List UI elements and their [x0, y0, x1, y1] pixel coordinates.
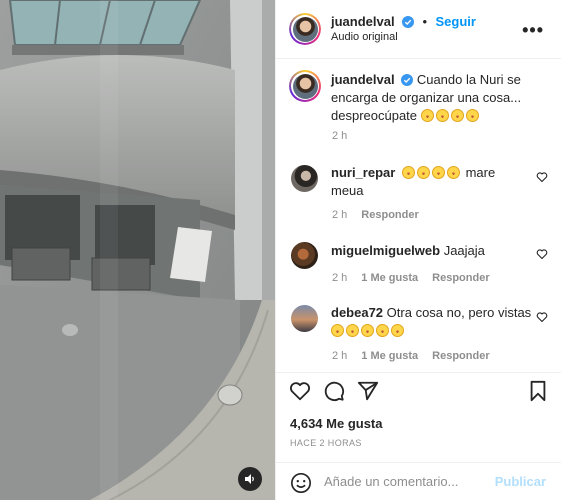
comment-like-heart-icon[interactable]	[536, 171, 548, 183]
reply-button[interactable]: Responder	[361, 209, 418, 221]
comment-avatar[interactable]	[291, 242, 318, 269]
author-username[interactable]: juandelval	[331, 14, 395, 29]
laughing-emoji-icon	[446, 166, 460, 179]
smiley-icon[interactable]	[290, 472, 312, 494]
laughing-emoji-icon	[465, 109, 479, 122]
bookmark-icon[interactable]	[528, 380, 548, 402]
laughing-emoji-icon	[391, 324, 404, 337]
mute-button[interactable]	[238, 467, 262, 491]
more-options-icon[interactable]: •••	[522, 20, 544, 41]
comment-like-heart-icon[interactable]	[536, 248, 548, 260]
laughing-emoji-icon	[361, 324, 374, 337]
laughing-emoji-icon	[420, 109, 434, 122]
publish-button[interactable]: Publicar	[495, 474, 546, 489]
comment-likes-count[interactable]: 1 Me gusta	[361, 272, 418, 284]
post-timestamp[interactable]: HACE 2 HORAS	[290, 438, 362, 448]
caption-avatar[interactable]	[289, 70, 321, 102]
comment-avatar[interactable]	[291, 305, 318, 332]
comment-like-heart-icon[interactable]	[536, 311, 548, 323]
comment-meta: 2 h Responder	[332, 209, 419, 221]
comment-avatar[interactable]	[291, 165, 318, 192]
laughing-emoji-icon	[376, 324, 389, 337]
paper-plane-icon[interactable]	[357, 380, 379, 402]
laughing-emoji-icon	[450, 109, 464, 122]
comment-time: 2 h	[332, 209, 348, 221]
emoji-group	[331, 323, 406, 338]
comment-username[interactable]: nuri_repar	[331, 165, 395, 180]
author-avatar[interactable]	[289, 13, 321, 45]
laughing-emoji-icon	[401, 166, 415, 179]
speaker-icon	[245, 474, 254, 484]
post-video[interactable]	[0, 0, 275, 500]
verified-badge-icon	[402, 16, 415, 28]
audio-label[interactable]: Audio original	[331, 31, 398, 43]
caption-time: 2 h	[332, 130, 348, 142]
laughing-emoji-icon	[431, 166, 445, 179]
laughing-emoji-icon	[346, 324, 359, 337]
caption-username[interactable]: juandelval	[331, 72, 395, 87]
emoji-group	[420, 108, 481, 123]
comment-input[interactable]: Añade un comentario...	[324, 474, 458, 489]
comment-3: debea72 Otra cosa no, pero vistas	[331, 304, 536, 340]
caption: juandelval Cuando la Nuri se encarga de …	[331, 71, 531, 125]
laughing-emoji-icon	[435, 109, 449, 122]
likes-count[interactable]: 4,634 Me gusta	[290, 416, 383, 431]
comment-username[interactable]: miguelmiguelweb	[331, 243, 440, 258]
heart-icon[interactable]	[289, 380, 311, 402]
reply-button[interactable]: Responder	[432, 272, 489, 284]
comment-text: Otra cosa no, pero vistas	[386, 305, 532, 320]
video-frame-illustration	[0, 0, 275, 500]
comment-time: 2 h	[332, 350, 348, 362]
follow-button[interactable]: Seguir	[436, 14, 476, 29]
laughing-emoji-icon	[416, 166, 430, 179]
comment-likes-count[interactable]: 1 Me gusta	[361, 350, 418, 362]
comment-1: nuri_repar mare meua	[331, 164, 531, 200]
separator-dot: •	[422, 14, 428, 29]
post-header: juandelval • Seguir Audio original •••	[276, 0, 561, 59]
comment-composer: Añade un comentario... Publicar	[276, 462, 561, 501]
comment-username[interactable]: debea72	[331, 305, 383, 320]
comment-bubble-icon[interactable]	[323, 380, 345, 402]
comment-2: miguelmiguelweb Jaajaja	[331, 242, 531, 260]
comment-text: Jaajaja	[443, 243, 485, 258]
comment-meta: 2 h 1 Me gusta Responder	[332, 350, 490, 362]
verified-badge-icon	[401, 74, 414, 86]
post-details-panel: juandelval • Seguir Audio original ••• j…	[275, 0, 561, 500]
comment-meta: 2 h 1 Me gusta Responder	[332, 272, 490, 284]
laughing-emoji-icon	[331, 324, 344, 337]
comment-time: 2 h	[332, 272, 348, 284]
post-actions: 4,634 Me gusta HACE 2 HORAS	[276, 372, 561, 463]
reply-button[interactable]: Responder	[432, 350, 489, 362]
